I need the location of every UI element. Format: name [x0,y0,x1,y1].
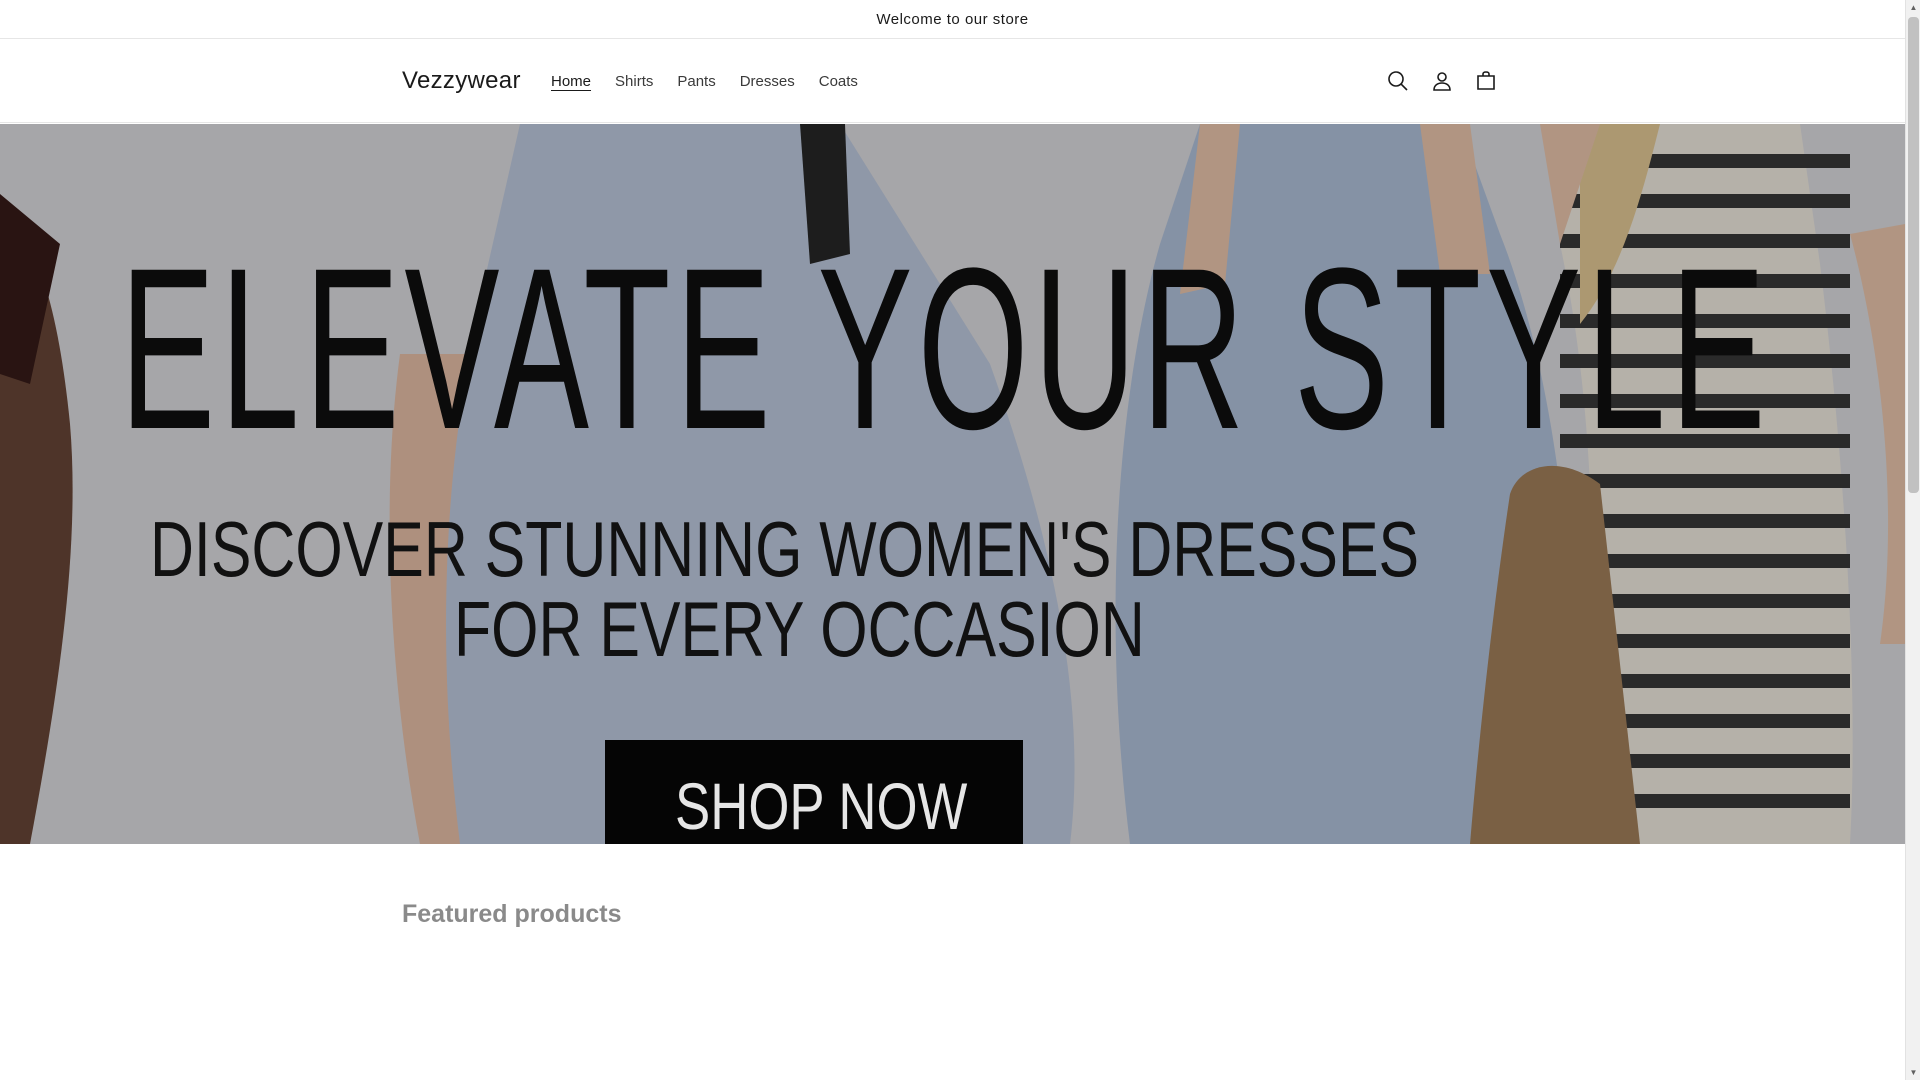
header-icons [1376,39,1508,123]
scroll-thumb[interactable] [1908,17,1919,493]
shop-now-button[interactable]: SHOP NOW [605,740,1023,844]
account-icon [1433,72,1451,91]
nav-item-home[interactable]: Home [539,73,603,90]
announcement-text: Welcome to our store [876,10,1029,28]
cart-icon [1477,71,1495,90]
search-button[interactable] [1376,59,1420,103]
page-scrollbar[interactable]: ▲ ▼ [1905,0,1920,1080]
scroll-down-arrow-icon[interactable]: ▼ [1906,1065,1920,1080]
featured-products-heading: Featured products [402,900,622,928]
shop-now-label: SHOP NOW [675,769,968,843]
hero-subheadline-line1: DISCOVER STUNNING WOMEN'S DRESSES [150,505,1420,593]
hero-headline: ELEVATE YOUR STYLE [120,220,1771,477]
nav-item-shirts[interactable]: Shirts [603,73,665,90]
nav-item-dresses[interactable]: Dresses [728,73,807,90]
nav-item-coats[interactable]: Coats [807,73,870,90]
search-icon [1388,71,1408,91]
hero-subheadline-line2: FOR EVERY OCCASION [454,585,1145,673]
cart-button[interactable] [1464,59,1508,103]
page-viewport: Welcome to our store Vezzywear Home Shir… [0,0,1905,1080]
hero-banner[interactable]: ELEVATE YOUR STYLE DISCOVER STUNNING WOM… [0,124,1905,844]
site-header: Vezzywear Home Shirts Pants Dresses Coat… [0,39,1905,123]
nav-item-pants[interactable]: Pants [665,73,727,90]
account-button[interactable] [1420,59,1464,103]
main-nav: Home Shirts Pants Dresses Coats [539,39,870,123]
scroll-up-arrow-icon[interactable]: ▲ [1906,0,1920,15]
announcement-bar: Welcome to our store [0,0,1905,39]
store-logo[interactable]: Vezzywear [402,39,521,123]
